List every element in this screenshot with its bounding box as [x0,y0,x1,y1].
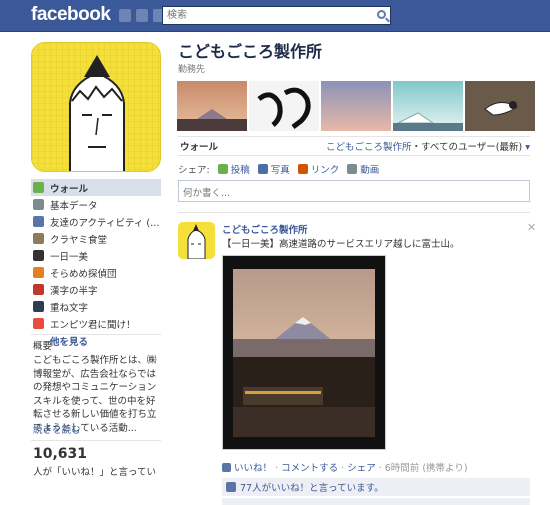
likes-text: 人が「いいね！」と言ってい [33,467,157,478]
share-bar: シェア: 投稿 写真 リンク 動画 [178,162,379,176]
share-video-button[interactable]: 動画 [347,162,379,176]
likes-count: 10,631 [33,446,88,462]
sidebar-item-info[interactable]: 基本データ [31,196,161,213]
sidebar-item-app[interactable]: 漢字の半字 [31,281,161,298]
post-avatar[interactable] [178,222,215,259]
search-input[interactable] [163,7,368,24]
share-item-label: 写真 [270,165,290,176]
share-label: シェア: [178,165,210,176]
sidebar-item-app[interactable]: クラヤミ食堂 [31,230,161,247]
photo-thumbnail[interactable] [249,81,319,131]
app-icon [33,301,44,312]
page-title: こどもごころ製作所 [178,42,323,61]
sidebar-item-app[interactable]: 重ね文字 [31,298,161,315]
tab-wall[interactable]: ウォール [178,139,218,153]
sidebar-item-wall[interactable]: ウォール [31,179,161,196]
left-column: ウォール 基本データ 友達のアクティビティ (… クラヤミ食堂 一日一美 そらめ… [0,32,165,478]
divider [31,334,161,335]
photo-thumbnail[interactable] [321,81,391,131]
post-actions: いいね！ · コメントする · シェア · 6時間前 (携帯より) [222,460,468,474]
post-photo[interactable] [222,255,386,450]
sidebar-item-label: ウォール [50,183,89,195]
search-icon[interactable] [377,10,386,19]
post-author[interactable]: こどもごころ製作所 [222,222,308,236]
share-item-label: 動画 [360,165,380,176]
sidebar-item-label: 漢字の半字 [50,285,98,297]
video-icon [347,164,358,174]
app-icon [33,233,44,244]
divider [31,440,161,441]
main-column: こどもごころ製作所 勤務先 ウォール こどもごころ製作所・すべてのユーザー(最新… [168,32,550,505]
sidebar-item-label: 一日一美 [50,251,89,263]
close-icon[interactable]: ✕ [527,221,536,234]
app-icon [33,250,44,261]
sidebar-item-app[interactable]: エンピツ君に聞け！ [31,315,161,332]
photo-thumbnail[interactable] [177,81,247,131]
sidebar-item-label: そらめめ探偵団 [50,268,117,280]
photo-thumbnail[interactable] [393,81,463,131]
friend-requests-icon[interactable] [119,9,131,22]
share-item-label: 投稿 [230,165,250,176]
photo-strip [177,81,535,131]
sidebar-nav: ウォール 基本データ 友達のアクティビティ (… クラヤミ食堂 一日一美 そらめ… [31,179,161,350]
sidebar-item-app[interactable]: そらめめ探偵団 [31,264,161,281]
jewel-group [119,9,165,22]
sidebar-item-label: エンピツ君に聞け！ [50,319,136,331]
composer [178,180,530,202]
comment-box[interactable] [222,498,530,505]
share-link-button[interactable]: リンク [297,162,340,176]
chevron-down-icon[interactable]: ▾ [522,142,530,153]
divider [178,212,530,213]
profile-picture[interactable] [31,42,161,172]
likes-summary: 77人がいいね！と言っています。 [222,478,530,496]
app-icon [33,318,44,329]
like-link[interactable]: いいね！ [234,463,272,474]
page-category: 勤務先 [178,65,206,75]
sidebar-item-label: 基本データ [50,200,98,212]
app-icon [33,284,44,295]
top-bar: facebook [0,0,550,32]
like-icon [222,463,231,472]
thumbs-up-icon [226,482,236,492]
sidebar-item-app[interactable]: 一日一美 [31,247,161,264]
share-link[interactable]: シェア [347,463,376,474]
messages-icon[interactable] [136,9,148,22]
post-icon [217,164,228,174]
post-time: 6時間前 (携帯より) [384,463,468,474]
sidebar-item-label: 重ね文字 [50,302,89,314]
about-heading: 概要 [33,341,53,352]
app-icon [33,267,44,278]
read-more-link[interactable]: 続きを読む [33,422,81,436]
filter-all-users[interactable]: ・すべてのユーザー(最新) [412,142,523,153]
likes-summary-text[interactable]: 77人がいいね！と言っています。 [240,480,384,494]
post-text: 【一日一美】高速道路のサービスエリア越しに富士山。 [222,239,460,250]
share-post-button[interactable]: 投稿 [217,162,250,176]
status-input[interactable] [179,181,529,201]
sidebar-item-friend-activity[interactable]: 友達のアクティビティ (… [31,213,161,230]
filter-page-link[interactable]: こどもごころ製作所 [326,142,412,153]
photo-thumbnail[interactable] [465,81,535,131]
sidebar-item-label: 友達のアクティビティ (… [50,217,160,229]
search-box [162,6,391,25]
photo-icon [257,164,268,174]
share-item-label: リンク [310,165,340,176]
sidebar-item-label: クラヤミ食堂 [50,234,108,246]
wall-filter[interactable]: こどもごころ製作所・すべてのユーザー(最新) ▾ [326,139,530,153]
comment-link[interactable]: コメントする [281,463,338,474]
activity-icon [33,216,44,227]
facebook-logo[interactable]: facebook [31,4,111,26]
info-icon [33,199,44,210]
wall-tab-bar: ウォール こどもごころ製作所・すべてのユーザー(最新) ▾ [178,136,530,156]
share-photo-button[interactable]: 写真 [257,162,290,176]
link-icon [297,164,308,174]
wall-icon [33,182,44,193]
